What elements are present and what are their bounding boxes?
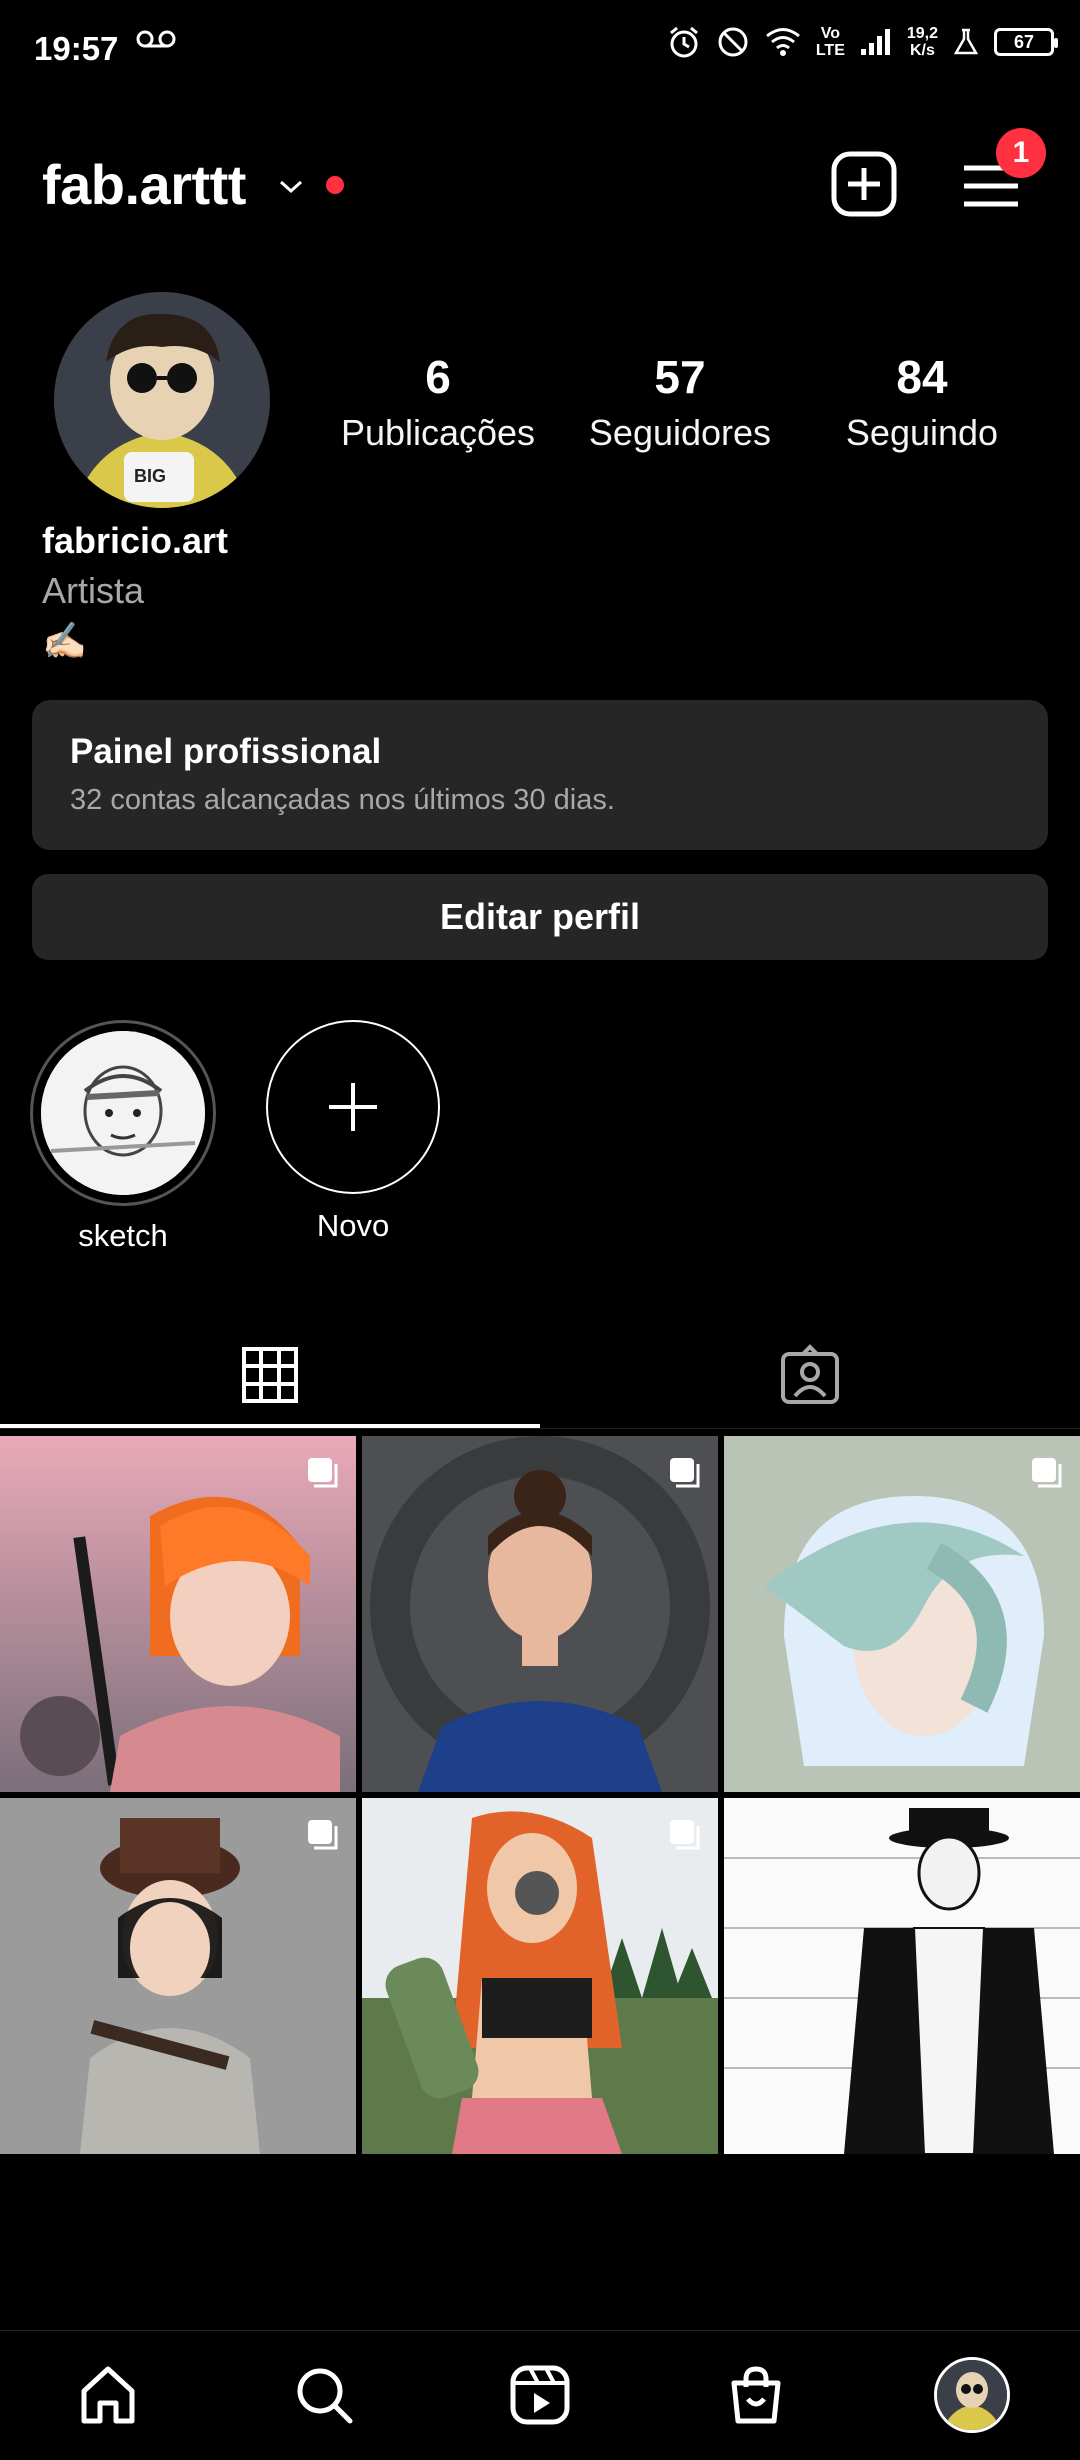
profile-avatar-small [934, 2357, 1010, 2433]
lab-flask-icon [953, 28, 979, 55]
highlight-cover [41, 1031, 205, 1195]
followers-label: Seguidores [588, 412, 772, 453]
nav-shop[interactable] [716, 2355, 796, 2435]
network-speed: 19,2 K/s [906, 25, 938, 59]
wifi-icon [765, 28, 800, 56]
highlight-label: Novo [316, 1208, 390, 1243]
chevron-down-icon[interactable] [278, 178, 304, 196]
followers-count: 57 [654, 351, 706, 403]
reels-icon [510, 2365, 570, 2425]
voicemail-icon [136, 30, 176, 48]
highlight-new[interactable]: Novo [258, 1020, 448, 1244]
unread-dot [326, 176, 344, 194]
profile-category: Artista [42, 570, 145, 611]
post-thumbnail[interactable] [724, 1798, 1080, 2154]
posts-grid [0, 1436, 1080, 2154]
volte-indicator: Vo LTE [815, 25, 845, 59]
status-bar: 19:57 Vo LTE 19,2 K/s 67 [0, 0, 1080, 100]
battery-indicator: 67 [994, 28, 1058, 56]
highlight-sketch[interactable]: sketch [28, 1020, 218, 1254]
multiple-posts-icon [308, 1820, 338, 1850]
tabs-divider [0, 1428, 1080, 1429]
dashboard-subtitle: 32 contas alcançadas nos últimos 30 dias… [70, 784, 615, 816]
nav-home[interactable] [68, 2355, 148, 2435]
following-count: 84 [896, 351, 948, 403]
dashboard-title: Painel profissional [70, 732, 382, 771]
post-thumbnail[interactable] [724, 1436, 1080, 1792]
profile-full-name: fabricio.art [42, 520, 229, 561]
bottom-navigation [0, 2330, 1080, 2460]
multiple-posts-icon [308, 1458, 338, 1488]
highlight-ring [30, 1020, 216, 1206]
nav-reels[interactable] [500, 2355, 580, 2435]
stat-posts[interactable]: 6 Publicações [318, 350, 558, 454]
multiple-posts-icon [1032, 1458, 1062, 1488]
new-highlight-circle [266, 1020, 440, 1194]
shop-icon [731, 2366, 781, 2424]
professional-dashboard-card[interactable]: Painel profissional 32 contas alcançadas… [32, 700, 1048, 850]
grid-icon [242, 1347, 298, 1403]
tab-posts-grid[interactable] [0, 1320, 540, 1430]
stat-following[interactable]: 84 Seguindo [802, 350, 1042, 454]
tagged-icon [781, 1344, 839, 1404]
nav-profile[interactable] [932, 2355, 1012, 2435]
profile-tabs [0, 1320, 1080, 1430]
status-time: 19:57 [34, 30, 119, 67]
nav-search[interactable] [284, 2355, 364, 2435]
post-thumbnail[interactable] [0, 1436, 356, 1792]
search-icon [297, 2368, 353, 2424]
tab-tagged[interactable] [540, 1320, 1080, 1430]
posts-label: Publicações [340, 412, 536, 453]
multiple-posts-icon [670, 1820, 700, 1850]
do-not-disturb-icon [718, 27, 748, 57]
profile-avatar[interactable]: BIG [54, 292, 270, 508]
posts-count: 6 [425, 351, 451, 403]
edit-profile-button[interactable]: Editar perfil [32, 874, 1048, 960]
bio-emoji: ✍🏻 [42, 620, 87, 661]
alarm-icon [669, 26, 698, 58]
account-switcher-username[interactable]: fab.arttt [42, 152, 246, 217]
post-thumbnail[interactable] [362, 1798, 718, 2154]
stat-followers[interactable]: 57 Seguidores [560, 350, 800, 454]
multiple-posts-icon [670, 1458, 700, 1488]
post-thumbnail[interactable] [0, 1798, 356, 2154]
plus-icon [329, 1083, 377, 1131]
post-thumbnail[interactable] [362, 1436, 718, 1792]
svg-text:BIG: BIG [134, 466, 166, 486]
home-icon [81, 2366, 135, 2424]
profile-header: fab.arttt 1 [0, 128, 1080, 230]
create-post-button[interactable] [830, 150, 898, 218]
signal-icon [860, 29, 890, 55]
following-label: Seguindo [845, 412, 999, 453]
highlight-label: sketch [78, 1218, 168, 1253]
notification-badge: 1 [996, 128, 1046, 178]
